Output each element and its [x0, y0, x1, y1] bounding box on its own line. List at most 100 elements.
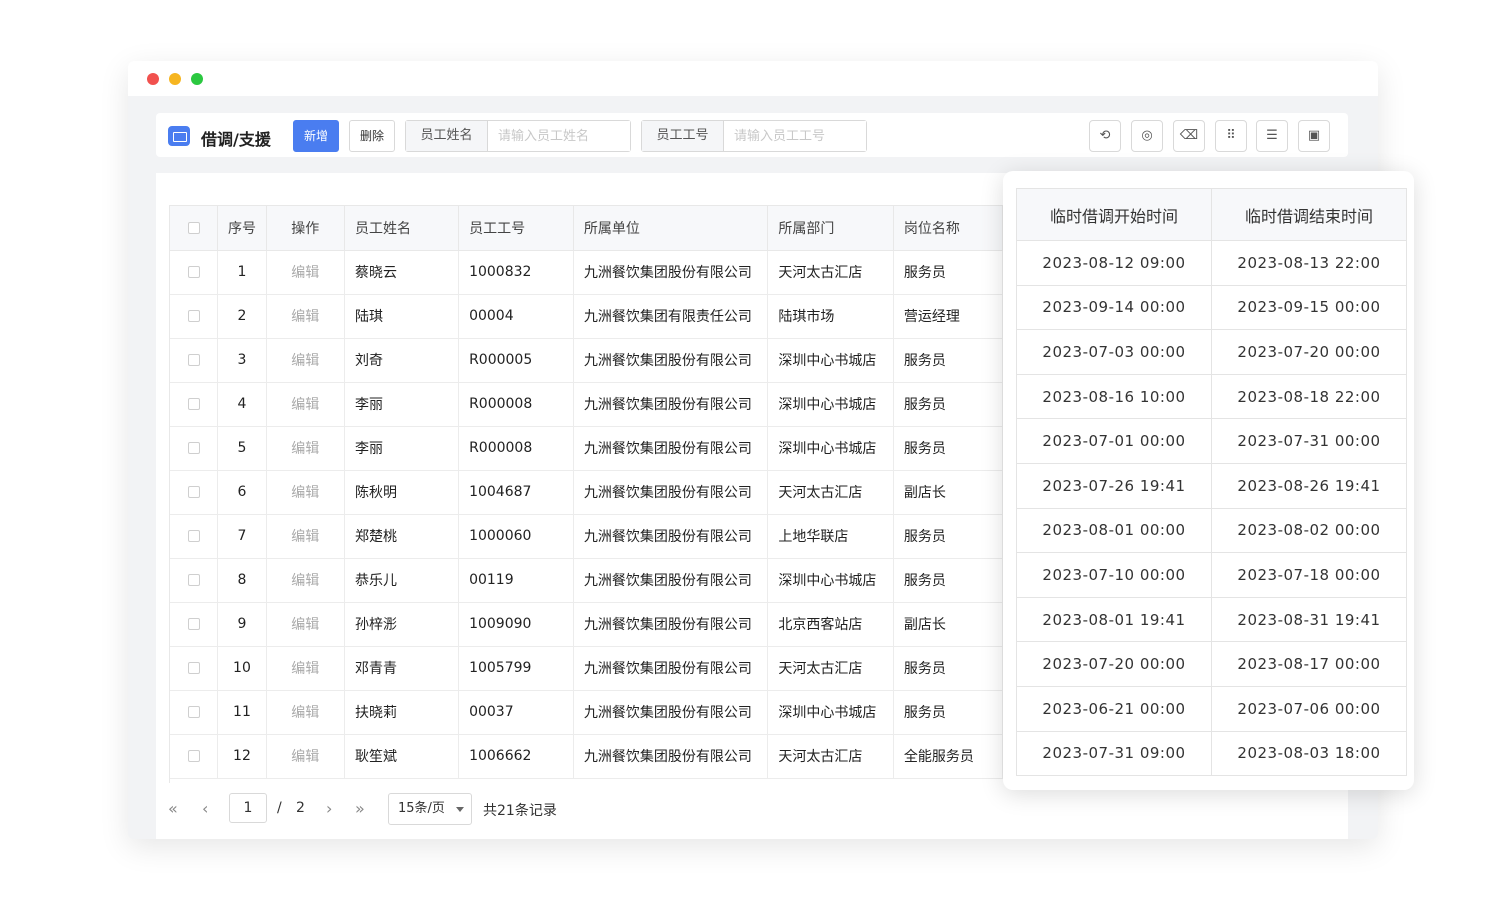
target-button[interactable]: ◎	[1131, 120, 1163, 152]
row-check-cell	[170, 294, 219, 339]
edit-link[interactable]: 编辑	[291, 705, 319, 721]
refresh-button[interactable]: ⟲	[1089, 120, 1121, 152]
select-all-checkbox[interactable]	[187, 221, 200, 234]
row-index: 3	[217, 338, 267, 383]
table-row[interactable]: 1 编辑 蔡晓云 1000832 九洲餐饮集团股份有限公司 天河太古汇店 服务员	[170, 250, 1003, 295]
refresh-icon: ⟲	[1099, 128, 1111, 143]
start-time-cell: 2023-07-20 00:00	[1016, 641, 1212, 687]
edit-link[interactable]: 编辑	[291, 529, 319, 545]
target-icon: ◎	[1141, 128, 1153, 143]
row-checkbox[interactable]	[187, 574, 200, 586]
delete-button[interactable]: 删除	[349, 120, 395, 152]
table-row[interactable]: 5 编辑 李丽 R000008 九洲餐饮集团股份有限公司 深圳中心书城店 服务员	[170, 426, 1003, 471]
table-row[interactable]: 8 编辑 恭乐儿 00119 九洲餐饮集团股份有限公司 深圳中心书城店 服务员	[170, 558, 1003, 603]
edit-link[interactable]: 编辑	[291, 573, 319, 589]
header-name[interactable]: 员工姓名	[344, 206, 460, 251]
add-button[interactable]: 新增	[293, 120, 339, 152]
header-company[interactable]: 所属单位	[573, 206, 769, 251]
table-row[interactable]: 10 编辑 邓青青 1005799 九洲餐饮集团股份有限公司 天河太古汇店 服务员	[170, 646, 1003, 691]
row-name: 扶晓莉	[344, 690, 460, 735]
table-viewport: 序号 操作 员工姓名 员工工号 所属单位 所属部门 岗位名称 1 编辑 蔡晓云 100…	[169, 205, 1003, 783]
row-emp-id: 1004687	[458, 470, 574, 515]
end-time-cell: 2023-08-03 18:00	[1211, 730, 1407, 777]
start-time-cell: 2023-08-01 00:00	[1016, 507, 1212, 554]
time-row: 2023-08-01 00:00 2023-08-02 00:00	[1016, 507, 1407, 554]
minimize-window-button[interactable]	[169, 73, 181, 85]
row-name: 耿笙斌	[344, 734, 460, 779]
start-time-cell: 2023-06-21 00:00	[1016, 685, 1212, 732]
row-name: 陈秋明	[344, 470, 460, 515]
row-checkbox[interactable]	[187, 662, 200, 674]
table-row[interactable]: 11 编辑 扶晓莉 00037 九洲餐饮集团股份有限公司 深圳中心书城店 服务员	[170, 690, 1003, 735]
header-start-time: 临时借调开始时间	[1016, 188, 1212, 241]
row-checkbox[interactable]	[187, 398, 200, 410]
row-checkbox[interactable]	[187, 618, 200, 630]
time-header-row: 临时借调开始时间 临时借调结束时间	[1016, 188, 1407, 241]
row-checkbox[interactable]	[187, 530, 200, 542]
edit-link[interactable]: 编辑	[291, 397, 319, 413]
row-company: 九洲餐饮集团股份有限公司	[573, 646, 769, 691]
table-row[interactable]: 3 编辑 刘奇 R000005 九洲餐饮集团股份有限公司 深圳中心书城店 服务员	[170, 338, 1003, 383]
prev-page-icon[interactable]: ‹	[202, 799, 208, 818]
row-checkbox[interactable]	[187, 486, 200, 498]
end-time-cell: 2023-08-31 19:41	[1211, 596, 1407, 643]
row-op-cell: 编辑	[266, 514, 345, 559]
edit-link[interactable]: 编辑	[291, 353, 319, 369]
header-position[interactable]: 岗位名称	[893, 206, 1003, 251]
id-search-label: 员工工号	[642, 121, 724, 151]
header-dept[interactable]: 所属部门	[767, 206, 894, 251]
row-check-cell	[170, 470, 219, 515]
first-page-icon[interactable]: «	[168, 799, 178, 818]
time-row: 2023-08-01 19:41 2023-08-31 19:41	[1016, 596, 1407, 643]
row-position: 全能服务员	[893, 734, 1003, 779]
row-check-cell	[170, 426, 219, 471]
row-checkbox[interactable]	[187, 354, 200, 366]
edit-link[interactable]: 编辑	[291, 265, 319, 281]
row-dept: 天河太古汇店	[767, 734, 894, 779]
total-pages: 2	[296, 800, 305, 816]
table-row[interactable]: 7 编辑 郑楚桃 1000060 九洲餐饮集团股份有限公司 上地华联店 服务员	[170, 514, 1003, 559]
row-dept: 深圳中心书城店	[767, 426, 894, 471]
page-number-input[interactable]: 1	[229, 793, 267, 823]
table-row[interactable]: 6 编辑 陈秋明 1004687 九洲餐饮集团股份有限公司 天河太古汇店 副店长	[170, 470, 1003, 515]
fullscreen-button[interactable]: ▣	[1298, 120, 1330, 152]
id-search-input[interactable]	[724, 121, 866, 151]
row-checkbox[interactable]	[187, 706, 200, 718]
edit-link[interactable]: 编辑	[291, 485, 319, 501]
list-button[interactable]: ☰	[1256, 120, 1288, 152]
edit-link[interactable]: 编辑	[291, 441, 319, 457]
clear-button[interactable]: ⌫	[1173, 120, 1205, 152]
row-emp-id: 00004	[458, 294, 574, 339]
row-checkbox[interactable]	[187, 310, 200, 322]
row-check-cell	[170, 734, 219, 779]
table-row[interactable]: 12 编辑 耿笙斌 1006662 九洲餐饮集团股份有限公司 天河太古汇店 全能服务员	[170, 734, 1003, 779]
last-page-icon[interactable]: »	[355, 799, 365, 818]
name-search-input[interactable]	[488, 121, 630, 151]
edit-link[interactable]: 编辑	[291, 309, 319, 325]
header-emp-id[interactable]: 员工工号	[458, 206, 574, 251]
edit-link[interactable]: 编辑	[291, 749, 319, 765]
row-emp-id: R000008	[458, 382, 574, 427]
row-name: 蔡晓云	[344, 250, 460, 295]
grid-button[interactable]: ⠿	[1215, 120, 1247, 152]
maximize-window-button[interactable]	[191, 73, 203, 85]
edit-link[interactable]: 编辑	[291, 617, 319, 633]
row-position: 副店长	[893, 602, 1003, 647]
close-window-button[interactable]	[147, 73, 159, 85]
table-row[interactable]: 4 编辑 李丽 R000008 九洲餐饮集团股份有限公司 深圳中心书城店 服务员	[170, 382, 1003, 427]
time-row: 2023-07-26 19:41 2023-08-26 19:41	[1016, 462, 1407, 509]
row-op-cell: 编辑	[266, 250, 345, 295]
row-company: 九洲餐饮集团有限责任公司	[573, 294, 769, 339]
row-name: 刘奇	[344, 338, 460, 383]
edit-link[interactable]: 编辑	[291, 661, 319, 677]
table-row[interactable]: 9 编辑 孙梓浵 1009090 九洲餐饮集团股份有限公司 北京西客站店 副店长	[170, 602, 1003, 647]
page-size-select[interactable]: 15条/页	[388, 793, 472, 825]
time-row: 2023-08-12 09:00 2023-08-13 22:00	[1016, 240, 1407, 286]
row-op-cell: 编辑	[266, 382, 345, 427]
row-company: 九洲餐饮集团股份有限公司	[573, 250, 769, 295]
next-page-icon[interactable]: ›	[326, 799, 332, 818]
table-row[interactable]: 2 编辑 陆琪 00004 九洲餐饮集团有限责任公司 陆琪市场 营运经理	[170, 294, 1003, 339]
row-checkbox[interactable]	[187, 266, 200, 278]
row-checkbox[interactable]	[187, 442, 200, 454]
row-checkbox[interactable]	[187, 750, 200, 762]
